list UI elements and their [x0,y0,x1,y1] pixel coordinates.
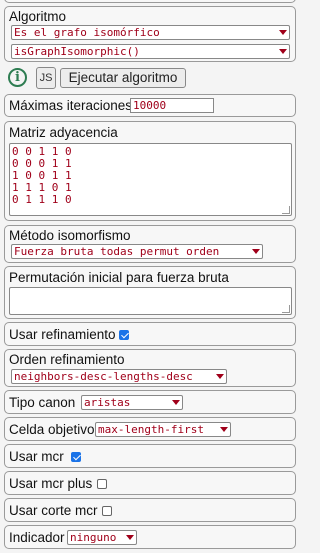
chevron-down-icon [172,400,180,405]
matriz-row: 0 1 1 1 0 [12,193,72,206]
corte-mcr-checkbox[interactable] [102,506,112,516]
orden-panel: Orden refinamiento neighbors-desc-length… [4,349,296,387]
chevron-down-icon [279,30,287,35]
matriz-textarea[interactable]: 0 0 1 1 0 0 0 0 1 1 1 0 0 1 1 1 1 1 0 1 … [9,143,292,216]
function-select[interactable]: isGraphIsomorphic() [11,44,290,59]
indicador-select[interactable]: ninguno [67,530,137,545]
metodo-panel: Método isomorfismo Fuerza bruta todas pe… [4,225,296,263]
orden-select[interactable]: neighbors-desc-lengths-desc [11,369,227,384]
previous-panel-edge [4,0,296,3]
indicador-panel: Indicador ninguno [4,525,296,549]
algoritmo-panel: Algoritmo Es el grafo isomórfico isGraph… [4,6,296,62]
canon-panel: Tipo canon aristas [4,390,296,414]
indicador-label: Indicador [9,530,65,545]
info-button[interactable]: i [8,68,27,87]
celda-label: Celda objetivo [9,422,95,437]
max-iter-input[interactable] [130,98,214,113]
refinamiento-checkbox[interactable] [119,330,129,340]
chevron-down-icon [279,49,287,54]
js-button[interactable]: JS [36,67,56,89]
mcr-panel: Usar mcr [4,444,296,468]
ejecutar-algoritmo-button[interactable]: Ejecutar algoritmo [60,68,186,88]
refinamiento-label: Usar refinamiento [9,327,116,342]
permutacion-textarea[interactable] [9,287,292,315]
max-iter-panel: Máximas iteraciones [4,94,296,117]
js-icon: JS [39,72,53,84]
canon-label: Tipo canon [9,395,76,410]
mcr-label: Usar mcr [9,449,64,464]
chevron-down-icon [252,249,260,254]
celda-panel: Celda objetivo max-length-first [4,417,296,441]
mcr-plus-checkbox[interactable] [97,479,107,489]
refinamiento-panel: Usar refinamiento [4,322,296,346]
algoritmo-select[interactable]: Es el grafo isomórfico [11,25,290,40]
orden-label: Orden refinamiento [9,352,125,367]
metodo-select[interactable]: Fuerza bruta todas permut orden [11,244,263,259]
chevron-down-icon [126,535,134,540]
resize-handle-icon[interactable] [282,305,290,313]
corte-mcr-label: Usar corte mcr [9,503,98,518]
mcr-plus-label: Usar mcr plus [9,476,93,491]
canon-select[interactable]: aristas [81,395,183,410]
metodo-label: Método isomorfismo [9,228,131,243]
matriz-label: Matriz adyacencia [9,125,118,140]
mcr-plus-panel: Usar mcr plus [4,471,296,495]
chevron-down-icon [220,427,228,432]
chevron-down-icon [216,374,224,379]
celda-select[interactable]: max-length-first [95,422,231,437]
permutacion-panel: Permutación inicial para fuerza bruta [4,266,296,319]
info-icon: i [15,70,20,85]
corte-mcr-panel: Usar corte mcr [4,498,296,522]
mcr-checkbox[interactable] [71,452,81,462]
matriz-panel: Matriz adyacencia 0 0 1 1 0 0 0 0 1 1 1 … [4,121,296,221]
resize-handle-icon[interactable] [282,206,290,214]
permutacion-label: Permutación inicial para fuerza bruta [9,270,229,285]
algoritmo-label: Algoritmo [9,9,67,24]
max-iter-label: Máximas iteraciones [9,98,133,113]
